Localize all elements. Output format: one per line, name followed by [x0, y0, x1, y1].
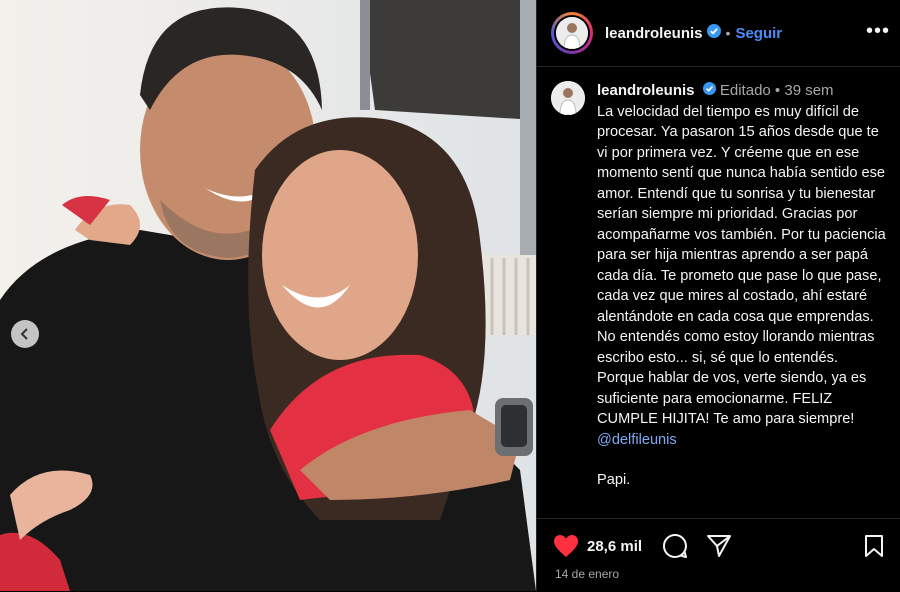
more-icon[interactable]: ••• — [866, 20, 890, 43]
avatar-figure-icon — [556, 17, 588, 49]
caption-body: leandroleunis Editado • 39 sem La veloci… — [597, 81, 886, 491]
caption-avatar[interactable] — [551, 81, 585, 115]
post-date: 14 de enero — [555, 567, 620, 581]
follow-button[interactable]: Seguir — [735, 25, 782, 42]
like-count[interactable]: 28,6 mil — [587, 538, 642, 555]
post-photo[interactable] — [0, 0, 536, 591]
post-side-panel: leandroleunis • Seguir ••• leandroleunis… — [536, 0, 900, 591]
separator-dot: • — [774, 82, 781, 100]
caption-text: La velocidad del tiempo es muy difícil d… — [597, 103, 886, 428]
bookmark-icon[interactable] — [864, 534, 884, 558]
carousel-prev-button[interactable] — [11, 320, 39, 348]
caption-header: leandroleunis Editado • 39 sem — [597, 81, 886, 102]
action-bar: 28,6 mil 14 de enero — [537, 518, 900, 592]
author-avatar-ring[interactable] — [551, 12, 593, 54]
post-age: 39 sem — [784, 82, 834, 100]
caption: leandroleunis Editado • 39 sem La veloci… — [537, 67, 900, 491]
author-username[interactable]: leandroleunis — [605, 25, 703, 42]
instagram-post-view: leandroleunis • Seguir ••• leandroleunis… — [0, 0, 900, 591]
comment-icon[interactable] — [662, 533, 688, 559]
caption-username[interactable]: leandroleunis — [597, 82, 695, 99]
share-icon[interactable] — [706, 534, 732, 558]
caption-signature: Papi. — [597, 472, 631, 489]
avatar — [556, 17, 588, 49]
separator-dot: • — [725, 25, 731, 41]
verified-badge-icon — [702, 81, 716, 102]
verified-badge-icon — [706, 23, 721, 43]
photo-illustration — [0, 0, 536, 591]
chevron-left-icon — [20, 328, 28, 340]
mention-link[interactable]: @delfileunis — [597, 432, 677, 448]
post-header: leandroleunis • Seguir ••• — [537, 0, 900, 67]
avatar-figure-icon — [551, 81, 585, 115]
edited-label: Editado — [719, 82, 771, 100]
heart-icon[interactable] — [553, 534, 579, 558]
